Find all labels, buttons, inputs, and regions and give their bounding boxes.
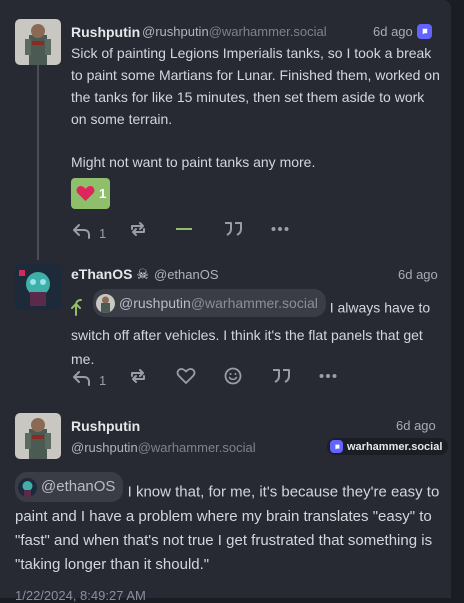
status-content-paragraph: Might not want to paint tanks any more. bbox=[71, 154, 316, 170]
quote-button[interactable] bbox=[271, 367, 291, 385]
display-name[interactable]: Rushputin bbox=[71, 418, 140, 434]
mastodon-icon bbox=[417, 24, 432, 39]
mastodon-icon bbox=[330, 440, 343, 453]
reacted-indicator[interactable] bbox=[176, 228, 192, 230]
full-timestamp[interactable]: 1/22/2024, 8:49:27 AM bbox=[15, 588, 146, 603]
relative-time[interactable]: 6d ago bbox=[373, 24, 413, 39]
reply-count: 1 bbox=[99, 226, 107, 241]
status-content: Sick of painting Legions Imperialis tank… bbox=[71, 45, 440, 127]
status-content: @ethanOS I know that, for me, it's becau… bbox=[15, 472, 440, 577]
quote-icon bbox=[225, 222, 242, 236]
conversation-panel: Rushputin @rushputin@warhammer.social 6d… bbox=[0, 0, 451, 603]
boost-icon bbox=[131, 369, 145, 383]
heart-icon bbox=[76, 185, 95, 202]
handle-user: @rushputin bbox=[142, 24, 209, 39]
mention-link[interactable]: @rushputin @warhammer.social bbox=[93, 289, 326, 317]
handle-instance: @warhammer.social bbox=[137, 440, 256, 455]
mention-link[interactable]: @ethanOS bbox=[15, 472, 124, 502]
handle-instance: @warhammer.social bbox=[208, 24, 327, 39]
status-content: @rushputin @warhammer.social I always hav… bbox=[71, 289, 441, 371]
quote-button[interactable] bbox=[223, 220, 243, 238]
account-handle[interactable]: @rushputin@warhammer.social bbox=[142, 24, 327, 39]
minus-icon bbox=[176, 228, 192, 230]
source-instance-name: warhammer.social bbox=[347, 440, 443, 453]
status-actions: 1 bbox=[71, 220, 441, 241]
avatar[interactable] bbox=[15, 264, 61, 310]
status-post[interactable]: Rushputin @rushputin@warhammer.social 6d… bbox=[0, 0, 451, 260]
mention-avatar bbox=[96, 293, 115, 313]
reaction-button[interactable]: 1 bbox=[71, 178, 110, 209]
mention-avatar bbox=[18, 477, 37, 497]
reply-icon bbox=[73, 370, 90, 386]
relative-time[interactable]: 6d ago bbox=[398, 267, 438, 282]
emoji-react-button[interactable] bbox=[224, 367, 242, 385]
avatar[interactable] bbox=[15, 413, 61, 459]
display-name-text: eThanOS bbox=[71, 266, 133, 282]
mention-user: @rushputin bbox=[119, 295, 191, 311]
display-name[interactable]: eThanOS ☠ bbox=[71, 266, 149, 283]
display-name[interactable]: Rushputin bbox=[71, 24, 140, 40]
thread-line bbox=[37, 64, 39, 260]
skull-icon: ☠ bbox=[136, 267, 149, 283]
reply-count: 1 bbox=[99, 373, 107, 388]
reply-to-icon bbox=[71, 298, 85, 323]
more-button[interactable] bbox=[271, 222, 289, 236]
more-icon bbox=[271, 227, 289, 231]
more-icon bbox=[319, 374, 337, 378]
avatar[interactable] bbox=[15, 19, 61, 65]
account-handle[interactable]: @ethanOS bbox=[154, 267, 219, 282]
handle-user: @rushputin bbox=[71, 440, 138, 455]
mention-user: @ethanOS bbox=[41, 478, 116, 495]
more-button[interactable] bbox=[319, 369, 337, 383]
boost-button[interactable] bbox=[128, 220, 148, 238]
reply-button[interactable]: 1 bbox=[71, 367, 106, 388]
account-handle[interactable]: @rushputin@warhammer.social bbox=[71, 440, 256, 455]
boost-button[interactable] bbox=[128, 367, 148, 385]
focused-status: Rushputin 6d ago @rushputin@warhammer.so… bbox=[0, 398, 451, 603]
relative-time[interactable]: 6d ago bbox=[396, 418, 436, 433]
favourite-button[interactable] bbox=[176, 367, 196, 385]
smile-icon bbox=[224, 367, 242, 385]
mention-instance: @warhammer.social bbox=[190, 295, 318, 311]
boost-icon bbox=[131, 222, 145, 236]
reaction-count: 1 bbox=[99, 186, 107, 201]
source-instance-badge[interactable]: warhammer.social bbox=[327, 438, 449, 455]
quote-icon bbox=[273, 369, 290, 383]
reply-icon bbox=[73, 223, 90, 239]
page-scrollbar-track[interactable] bbox=[451, 0, 464, 598]
status-actions: 1 bbox=[71, 367, 441, 388]
reply-button[interactable]: 1 bbox=[71, 220, 106, 241]
heart-icon bbox=[176, 368, 196, 384]
status-post[interactable]: eThanOS ☠ @ethanOS 6d ago @rushputin @war… bbox=[0, 258, 451, 398]
